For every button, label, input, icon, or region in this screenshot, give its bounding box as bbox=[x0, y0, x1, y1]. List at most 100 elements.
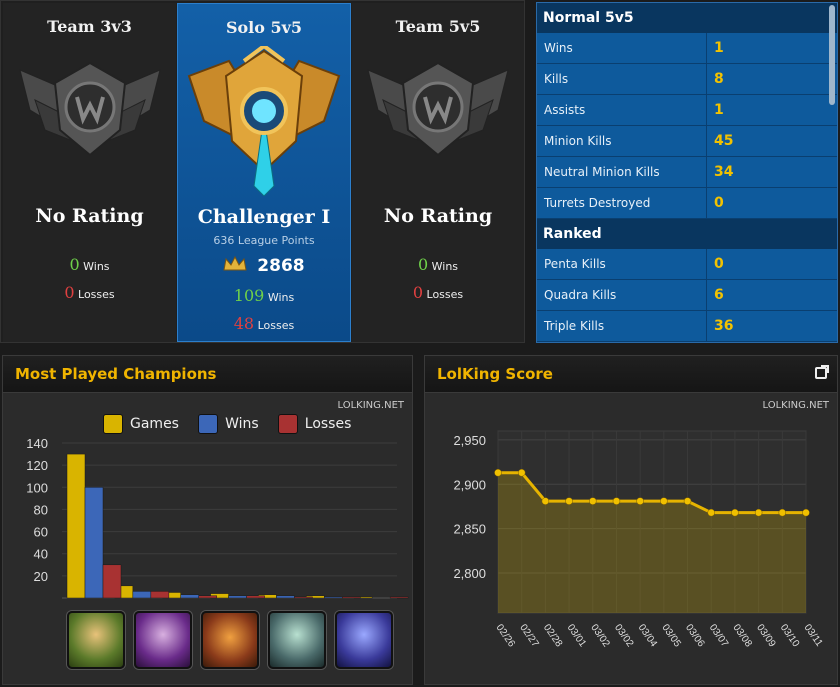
unranked-emblem-icon bbox=[18, 61, 161, 157]
wins-line: 0 Wins bbox=[3, 255, 176, 274]
stat-row: Penta Kills 0 bbox=[537, 249, 837, 280]
ratings-panel: Team 3v3 No Rating 0 Wins 0 Losses Solo … bbox=[0, 0, 525, 343]
stat-row: Neutral Minion Kills 34 bbox=[537, 157, 837, 188]
stat-label: Assists bbox=[537, 95, 707, 125]
x-tick-label: 03/10 bbox=[778, 622, 802, 649]
y-tick-label: 20 bbox=[34, 569, 48, 584]
wins-line: 0 Wins bbox=[352, 255, 524, 274]
score-point bbox=[731, 508, 739, 517]
bar-wins bbox=[276, 595, 295, 599]
stat-value: 1 bbox=[707, 33, 837, 63]
stat-value: 6 bbox=[707, 280, 837, 310]
score-point bbox=[636, 497, 644, 505]
stat-row: Turrets Destroyed 0 bbox=[537, 188, 837, 219]
stats-panel: Normal 5v5 Wins 1 Kills 8 Assists 1 Minion … bbox=[536, 2, 838, 343]
wins-label: Wins bbox=[83, 260, 110, 273]
stat-row: Kills 8 bbox=[537, 64, 837, 95]
stat-label: Wins bbox=[537, 33, 707, 63]
score-point bbox=[802, 508, 810, 517]
rating-team-5v5[interactable]: Team 5v5 No Rating 0 Wins 0 Losses bbox=[352, 3, 524, 342]
queue-title: Solo 5v5 bbox=[225, 18, 303, 37]
ranked-section-header: Ranked bbox=[537, 219, 837, 249]
x-tick-label: 03/11 bbox=[802, 622, 825, 649]
x-tick-label: 02/26 bbox=[494, 622, 518, 649]
x-tick-label: 03/05 bbox=[659, 622, 683, 649]
wins-label: Wins bbox=[431, 260, 459, 273]
y-tick-label: 60 bbox=[34, 525, 48, 540]
losses-label: Losses bbox=[426, 288, 464, 301]
stat-label: Neutral Minion Kills bbox=[537, 157, 707, 187]
y-tick-label: 2,850 bbox=[453, 522, 486, 537]
bar-losses bbox=[389, 596, 409, 599]
stat-value: 8 bbox=[707, 64, 837, 94]
queue-title: Team 5v5 bbox=[395, 17, 481, 36]
losses-line: 0 Losses bbox=[3, 283, 176, 302]
score-point bbox=[541, 497, 550, 505]
stat-label: Triple Kills bbox=[537, 311, 707, 341]
league-points: 636 League Points bbox=[213, 234, 315, 247]
x-tick-label: 03/07 bbox=[707, 622, 731, 649]
bar-wins bbox=[228, 595, 247, 599]
stat-value: 1 bbox=[707, 95, 837, 125]
stats-scrollbar[interactable] bbox=[829, 5, 835, 105]
rating-text: No Rating bbox=[383, 205, 493, 227]
x-tick-label: 03/02 bbox=[588, 622, 612, 649]
losses-label: Losses bbox=[257, 319, 295, 332]
rating-solo-5v5[interactable]: Solo 5v5 Challenger I 636 League Points … bbox=[177, 3, 351, 342]
score-point bbox=[660, 497, 668, 505]
y-tick-label: 40 bbox=[34, 547, 48, 562]
score-line: 2868 bbox=[178, 255, 350, 276]
score-point bbox=[565, 497, 573, 505]
bar-losses bbox=[246, 595, 265, 599]
x-tick-label: 02/27 bbox=[517, 622, 541, 649]
champion-portrait-1[interactable] bbox=[67, 611, 125, 669]
y-tick-label: 2,900 bbox=[453, 477, 486, 492]
lolking-score-chart: 2,800 2,850 2,900 2,950 02/26 02/27 02/28 03/01… bbox=[453, 430, 825, 650]
wins-label: Wins bbox=[267, 291, 295, 304]
score-point bbox=[612, 497, 621, 505]
y-tick-label: 2,950 bbox=[453, 433, 486, 448]
score-point bbox=[778, 508, 787, 517]
unranked-emblem-icon bbox=[367, 61, 509, 157]
losses-count: 0 bbox=[412, 283, 424, 302]
score-point bbox=[494, 468, 502, 477]
x-tick-label: 02/28 bbox=[541, 622, 565, 649]
losses-label: Losses bbox=[78, 288, 115, 301]
rating-text: No Rating bbox=[35, 205, 144, 227]
stat-value: 0 bbox=[707, 188, 837, 218]
score-point bbox=[707, 508, 715, 517]
rating-team-3v3[interactable]: Team 3v3 No Rating 0 Wins 0 Losses bbox=[3, 3, 176, 342]
x-tick-label: 03/09 bbox=[754, 622, 778, 649]
bar-losses bbox=[198, 595, 217, 599]
stat-row: Minion Kills 45 bbox=[537, 126, 837, 157]
champion-portrait-5[interactable] bbox=[335, 611, 393, 669]
bar-wins bbox=[84, 487, 104, 599]
bar-losses bbox=[150, 591, 170, 599]
stat-row: Wins 1 bbox=[537, 33, 837, 64]
stat-row: Triple Kills 36 bbox=[537, 311, 837, 342]
score-point bbox=[589, 497, 597, 505]
wins-count: 109 bbox=[233, 286, 265, 305]
stat-label: Kills bbox=[537, 64, 707, 94]
bar-games bbox=[66, 453, 86, 599]
x-tick-label: 03/08 bbox=[730, 622, 754, 649]
y-tick-label: 2,800 bbox=[453, 566, 486, 581]
bar-wins bbox=[132, 591, 152, 599]
wins-count: 0 bbox=[69, 255, 80, 274]
losses-count: 48 bbox=[233, 314, 255, 333]
x-tick-label: 03/01 bbox=[565, 622, 589, 649]
crown-icon bbox=[223, 255, 247, 271]
bar-losses bbox=[342, 596, 361, 599]
x-tick-label: 03/02 bbox=[612, 622, 636, 649]
bar-wins bbox=[180, 594, 199, 599]
x-tick-label: 03/06 bbox=[683, 622, 707, 649]
champion-portrait-3[interactable] bbox=[201, 611, 259, 669]
score-point bbox=[754, 508, 763, 517]
score-point bbox=[517, 468, 526, 477]
bar-losses bbox=[294, 596, 313, 599]
stat-value: 45 bbox=[707, 126, 837, 156]
stat-label: Minion Kills bbox=[537, 126, 707, 156]
stat-row: Quadra Kills 6 bbox=[537, 280, 837, 311]
champion-portrait-4[interactable] bbox=[268, 611, 326, 669]
champion-portrait-2[interactable] bbox=[134, 611, 192, 669]
